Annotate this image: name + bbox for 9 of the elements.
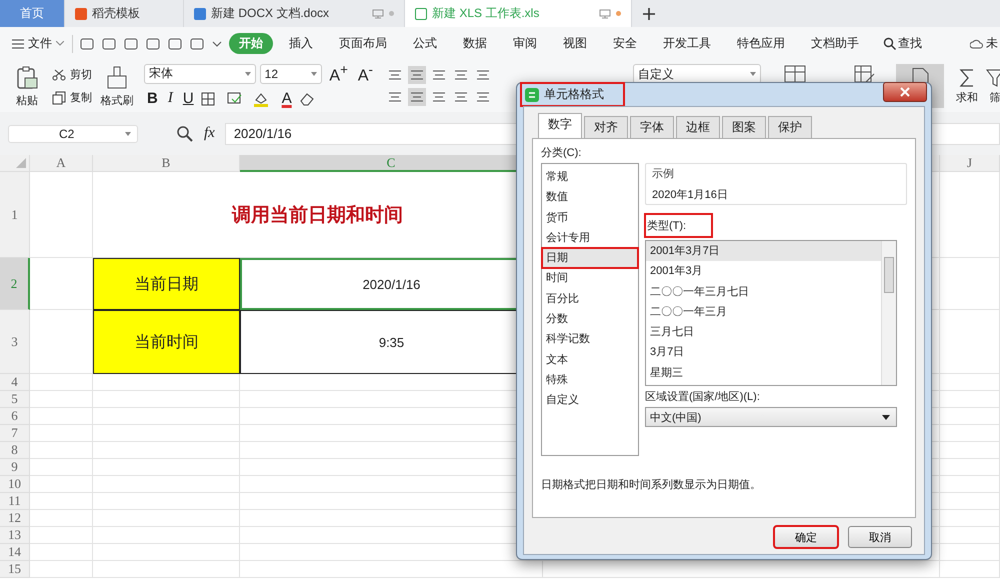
type-label: 类型(T):	[645, 214, 712, 237]
table-cell: 当前时间	[93, 310, 240, 374]
description-text: 日期格式把日期和时间系列数显示为日期值。	[541, 478, 762, 492]
locale-label: 区域设置(国家/地区)(L):	[645, 390, 761, 404]
sample-value: 2020年1月16日	[652, 188, 729, 202]
category-label: 分类(C):	[541, 146, 582, 160]
dialog-title: 单元格格式	[521, 83, 624, 106]
sample-label: 示例	[652, 167, 675, 181]
table-cell: 当前日期	[93, 258, 240, 310]
